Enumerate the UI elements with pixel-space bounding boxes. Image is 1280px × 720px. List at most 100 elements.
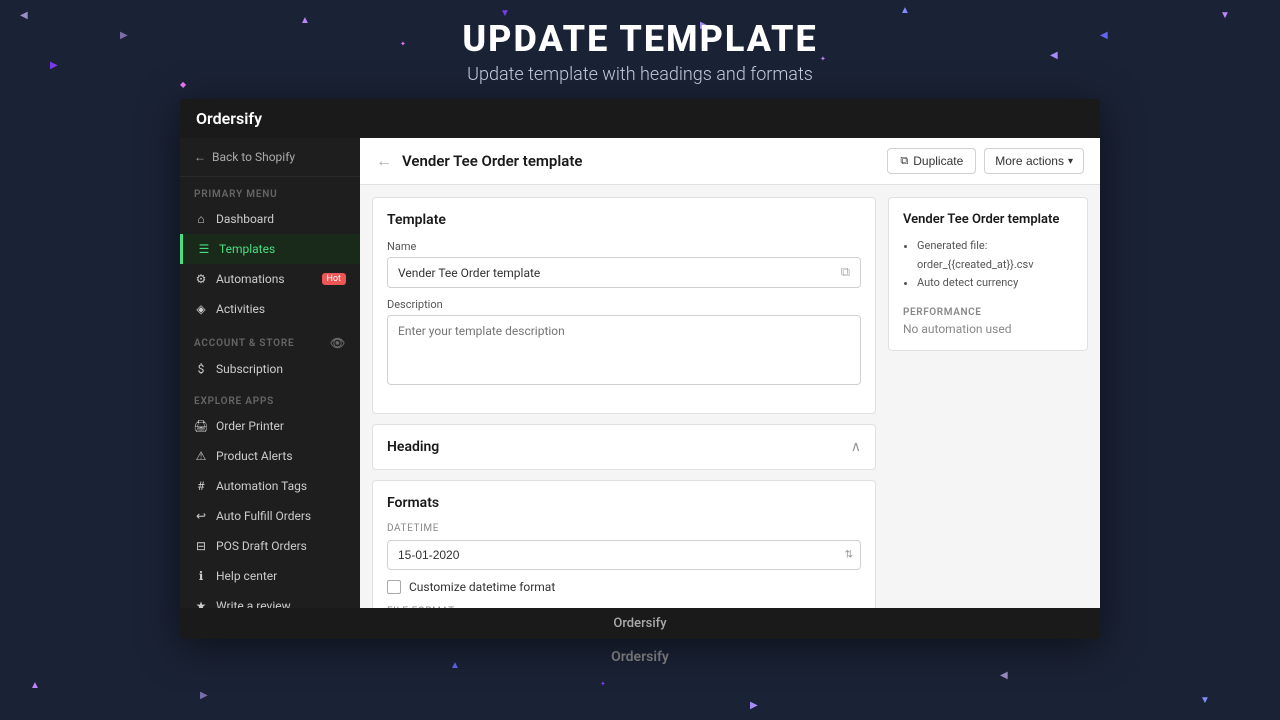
header-left: ← Vender Tee Order template — [376, 152, 582, 170]
tag-icon: # — [194, 479, 208, 493]
customize-datetime-checkbox[interactable] — [387, 580, 401, 594]
description-label: Description — [387, 298, 861, 311]
back-to-shopify[interactable]: ← Back to Shopify — [180, 138, 360, 177]
auto-detect-item: Auto detect currency — [917, 274, 1073, 293]
header-right: ⧉ Duplicate More actions ▾ — [887, 148, 1084, 174]
sidebar-item-label: POS Draft Orders — [216, 539, 307, 553]
subscription-icon: $ — [194, 362, 208, 376]
app-footer: Ordersify — [180, 608, 1100, 639]
template-card-title: Template — [387, 212, 861, 228]
chevron-down-icon: ▾ — [1068, 156, 1073, 167]
sidebar-item-review[interactable]: ★ Write a review — [180, 591, 360, 608]
home-icon: ⌂ — [194, 212, 208, 226]
page-header: UPDATE TEMPLATE Update template with hea… — [0, 0, 1280, 99]
sidebar-item-label: Templates — [219, 242, 275, 256]
pos-icon: ⊟ — [194, 539, 208, 553]
sidebar-item-templates[interactable]: ☰ Templates — [180, 234, 360, 264]
chevron-up-icon: ∧ — [851, 439, 861, 455]
sidebar-item-label: Write a review — [216, 599, 291, 608]
customize-datetime-label: Customize datetime format — [409, 580, 555, 594]
sidebar-item-order-printer[interactable]: 🖨 Order Printer — [180, 411, 360, 441]
help-icon: ℹ — [194, 569, 208, 583]
name-label: Name — [387, 240, 861, 253]
description-textarea[interactable] — [387, 315, 861, 385]
sidebar-item-pos-draft[interactable]: ⊟ POS Draft Orders — [180, 531, 360, 561]
gear-icon: ⚙ — [194, 272, 208, 286]
content-title: Vender Tee Order template — [402, 152, 582, 170]
app-topbar: Ordersify — [180, 99, 1100, 138]
activity-icon: ◈ — [194, 302, 208, 316]
sidebar-item-automation-tags[interactable]: # Automation Tags — [180, 471, 360, 501]
description-field-group: Description — [387, 298, 861, 389]
sidebar-item-label: Subscription — [216, 362, 283, 376]
datetime-select-wrapper: 15-01-202001-15-20202020-01-15 ⇅ — [387, 540, 861, 570]
sidebar-item-product-alerts[interactable]: ⚠ Product Alerts — [180, 441, 360, 471]
sidebar-item-subscription[interactable]: $ Subscription — [180, 354, 360, 384]
performance-label: PERFORMANCE — [903, 307, 1073, 318]
fulfill-icon: ↩ — [194, 509, 208, 523]
form-column: Template Name Vender Tee Order template … — [372, 197, 876, 596]
eye-icon: 👁 — [330, 336, 346, 350]
main-content: ← Vender Tee Order template ⧉ Duplicate … — [360, 138, 1100, 608]
sidebar-item-label: Activities — [216, 302, 265, 316]
auto-detect-label: Auto detect currency — [917, 276, 1018, 289]
heading-accordion-header[interactable]: Heading ∧ — [373, 425, 875, 469]
more-actions-button[interactable]: More actions ▾ — [984, 148, 1084, 174]
name-field-group: Name Vender Tee Order template ⧉ — [387, 240, 861, 288]
sidebar-item-activities[interactable]: ◈ Activities — [180, 294, 360, 324]
datetime-group: DATETIME 15-01-202001-15-20202020-01-15 … — [387, 523, 861, 570]
primary-menu-label: PRIMARY MENU — [180, 177, 360, 204]
sidebar-item-dashboard[interactable]: ⌂ Dashboard — [180, 204, 360, 234]
formats-card: Formats DATETIME 15-01-202001-15-2020202… — [372, 480, 876, 608]
generated-file-label: Generated file: — [917, 239, 987, 252]
heading-section: Heading ∧ — [372, 424, 876, 470]
copy-name-icon: ⧉ — [841, 265, 850, 280]
generated-file-item: Generated file: order_{{created_at}}.csv — [917, 237, 1073, 274]
hot-badge: Hot — [322, 273, 347, 285]
page-subtitle: Update template with headings and format… — [0, 64, 1280, 85]
sidebar-item-label: Help center — [216, 569, 277, 583]
sidebar-item-label: Product Alerts — [216, 449, 293, 463]
generated-file-value: order_{{created_at}}.csv — [917, 258, 1034, 271]
alert-icon: ⚠ — [194, 449, 208, 463]
info-column: Vender Tee Order template Generated file… — [888, 197, 1088, 596]
datetime-label: DATETIME — [387, 523, 861, 534]
info-list: Generated file: order_{{created_at}}.csv… — [903, 237, 1073, 293]
app-body: ← Back to Shopify PRIMARY MENU ⌂ Dashboa… — [180, 138, 1100, 608]
formats-title: Formats — [387, 495, 861, 511]
duplicate-button[interactable]: ⧉ Duplicate — [887, 148, 976, 174]
copy-icon: ⧉ — [900, 155, 908, 168]
sidebar-item-label: Order Printer — [216, 419, 284, 433]
content-header: ← Vender Tee Order template ⧉ Duplicate … — [360, 138, 1100, 185]
brand-name: Ordersify — [196, 109, 262, 128]
account-section-label: ACCOUNT & STORE 👁 — [180, 324, 360, 354]
back-arrow-icon: ← — [194, 150, 206, 164]
content-back-arrow[interactable]: ← — [376, 153, 392, 169]
bottom-brand: Ordersify — [611, 649, 669, 665]
page-title: UPDATE TEMPLATE — [0, 18, 1280, 60]
sidebar-item-automations[interactable]: ⚙ Automations Hot — [180, 264, 360, 294]
sidebar-item-help[interactable]: ℹ Help center — [180, 561, 360, 591]
sidebar-item-label: Automations — [216, 272, 285, 286]
content-scroll-area: Template Name Vender Tee Order template … — [360, 185, 1100, 608]
template-card: Template Name Vender Tee Order template … — [372, 197, 876, 414]
heading-title: Heading — [387, 439, 439, 455]
template-icon: ☰ — [197, 242, 211, 256]
footer-brand: Ordersify — [613, 616, 666, 631]
printer-icon: 🖨 — [194, 419, 208, 433]
sidebar: ← Back to Shopify PRIMARY MENU ⌂ Dashboa… — [180, 138, 360, 608]
app-window: Ordersify ← Back to Shopify PRIMARY MENU… — [180, 99, 1100, 639]
name-input[interactable]: Vender Tee Order template ⧉ — [387, 257, 861, 288]
info-card: Vender Tee Order template Generated file… — [888, 197, 1088, 351]
bottom-footer: Ordersify — [0, 639, 1280, 675]
sidebar-item-label: Auto Fulfill Orders — [216, 509, 311, 523]
sidebar-item-label: Automation Tags — [216, 479, 307, 493]
info-card-title: Vender Tee Order template — [903, 212, 1073, 227]
back-label: Back to Shopify — [212, 150, 295, 164]
datetime-select[interactable]: 15-01-202001-15-20202020-01-15 — [387, 540, 861, 570]
performance-value: No automation used — [903, 322, 1073, 336]
star-icon: ★ — [194, 599, 208, 608]
explore-section-label: EXPLORE APPS — [180, 384, 360, 411]
customize-datetime-row: Customize datetime format — [387, 580, 861, 594]
sidebar-item-auto-fulfill[interactable]: ↩ Auto Fulfill Orders — [180, 501, 360, 531]
